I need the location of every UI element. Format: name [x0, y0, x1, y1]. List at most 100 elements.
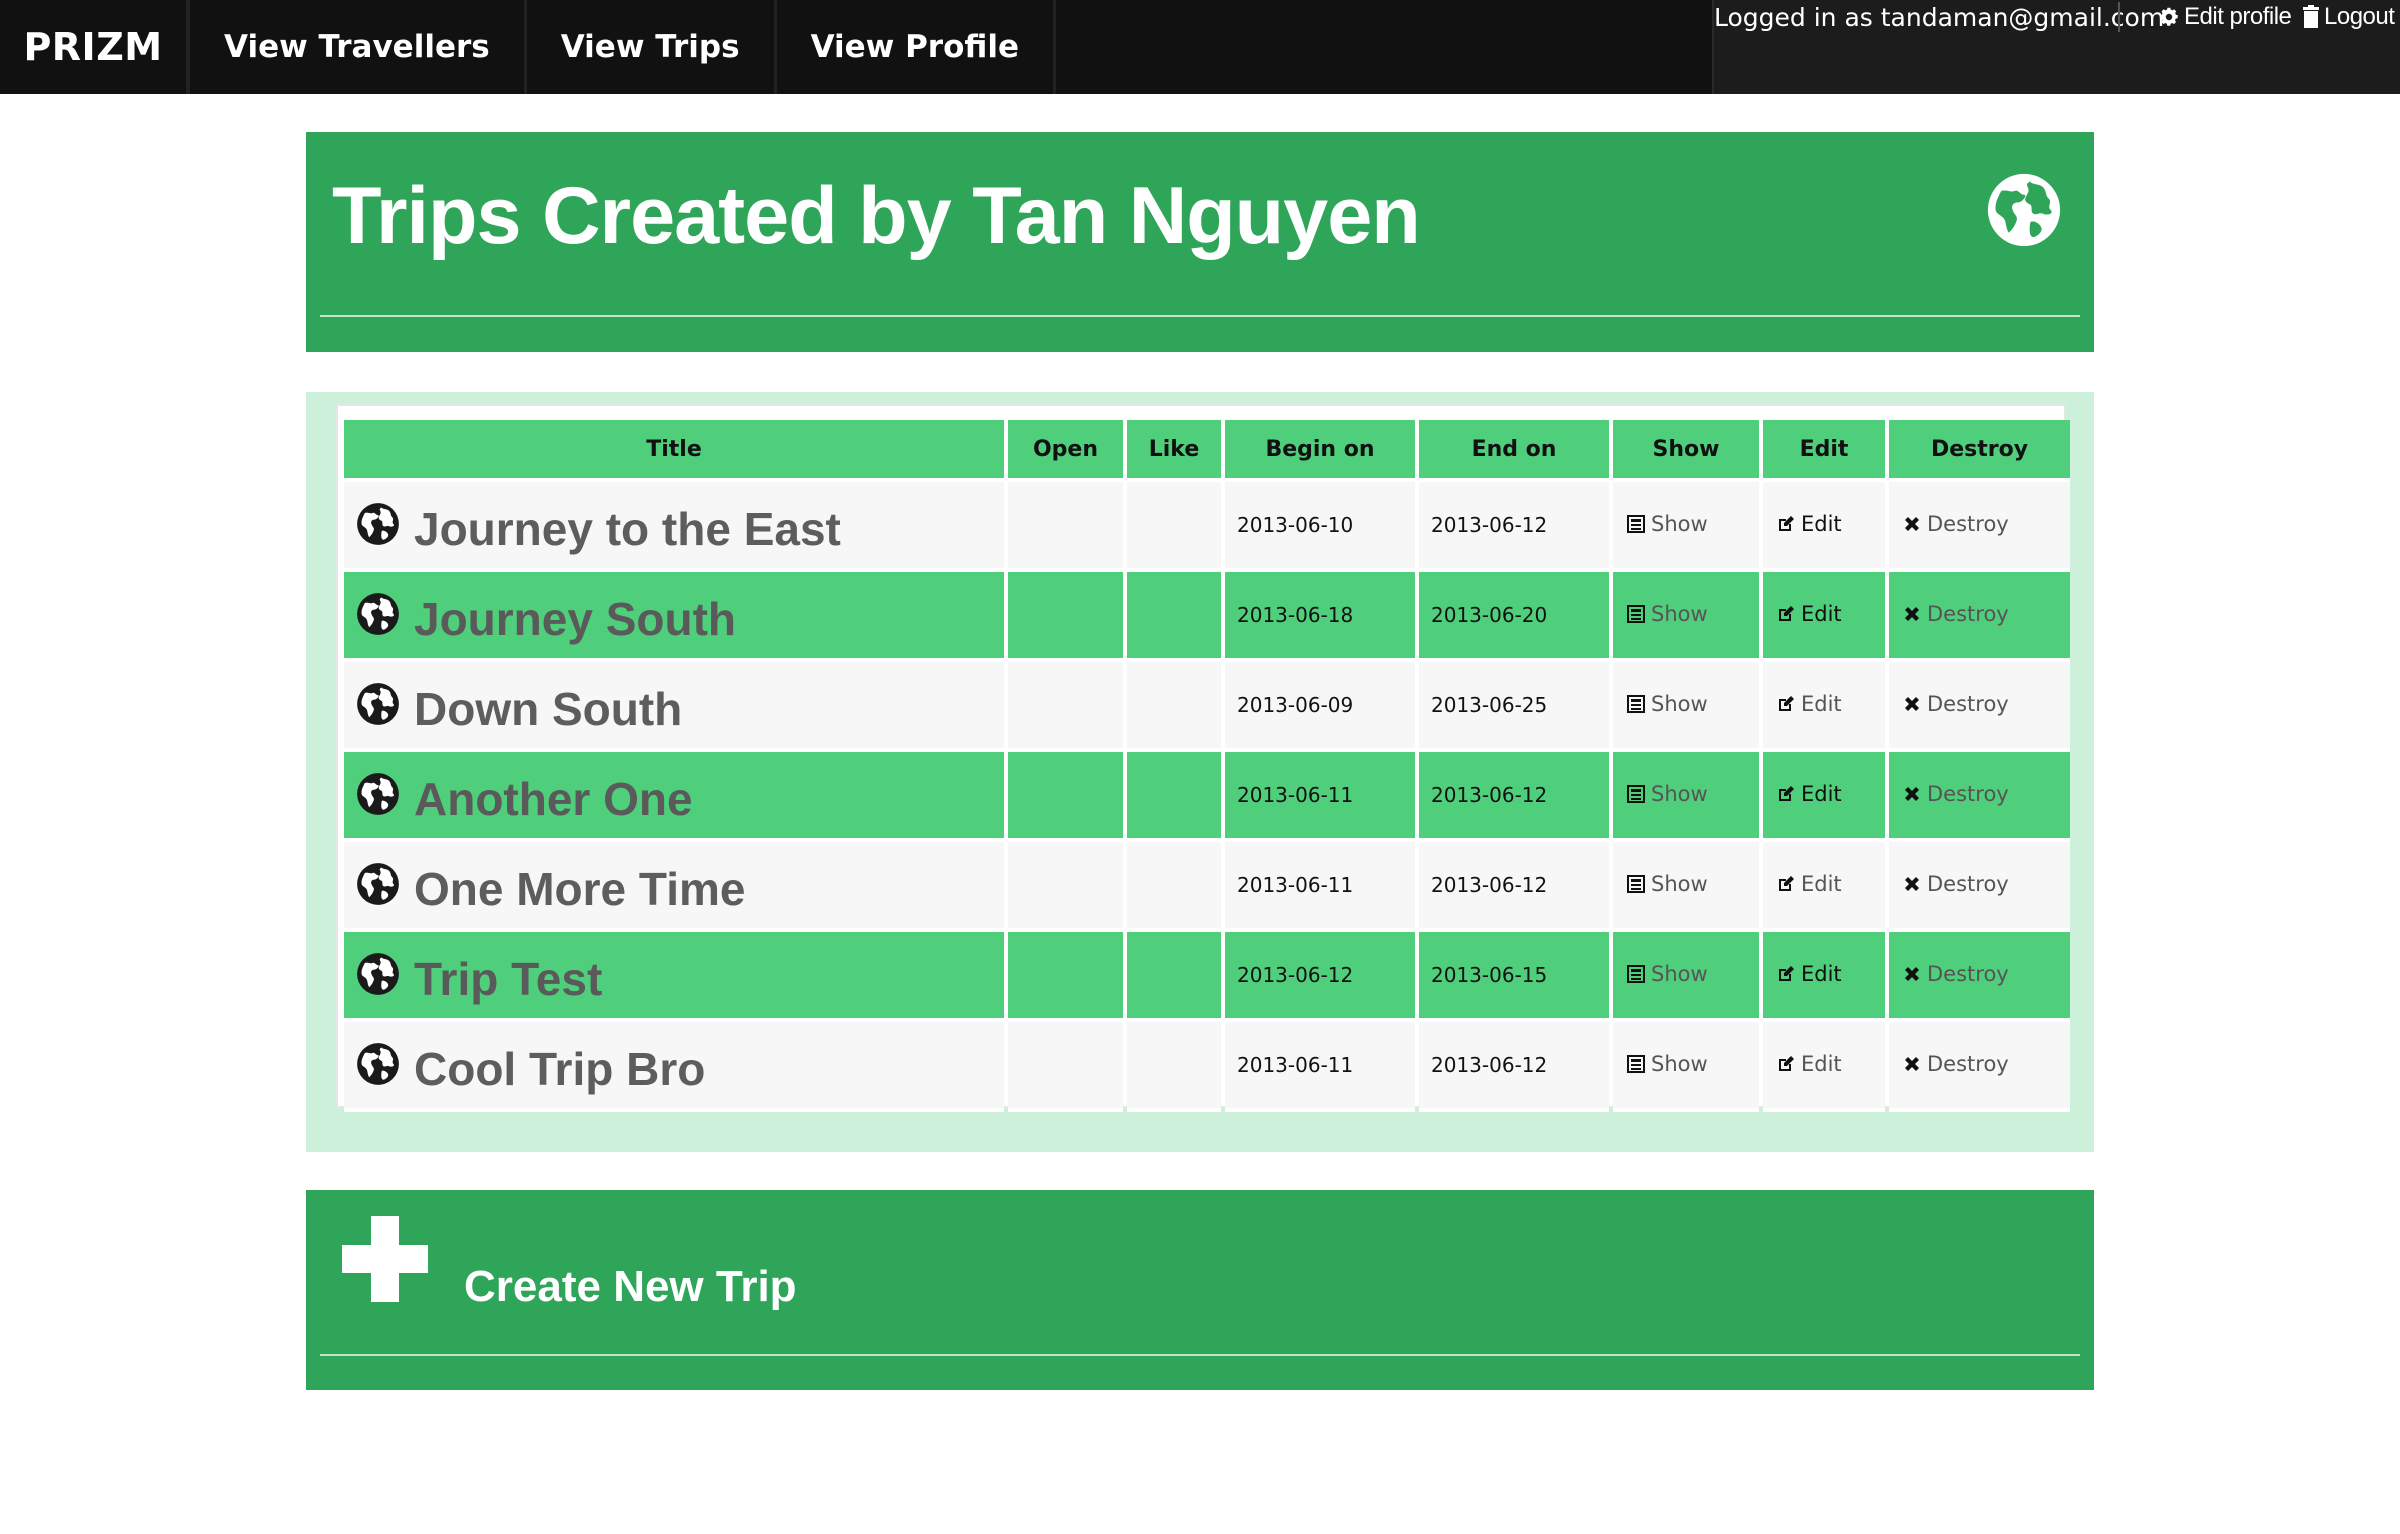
close-icon: [1903, 605, 1921, 623]
column-header-edit[interactable]: Edit: [1763, 420, 1885, 482]
edit-cell: Edit: [1763, 752, 1885, 842]
destroy-link[interactable]: Destroy: [1889, 1052, 2009, 1076]
edit-icon: [1777, 695, 1795, 713]
destroy-cell: Destroy: [1889, 932, 2070, 1022]
trip-title-link[interactable]: Trip Test: [414, 952, 602, 1006]
table-row: Down South 2013-06-09 2013-06-25 Show Ed…: [344, 662, 2070, 752]
globe-icon: [356, 682, 400, 731]
logout-link[interactable]: Logout: [2302, 3, 2395, 31]
destroy-link[interactable]: Destroy: [1889, 692, 2009, 716]
show-label: Show: [1651, 692, 1708, 716]
like-cell[interactable]: [1127, 932, 1221, 1022]
page-header: Trips Created by Tan Nguyen: [306, 132, 2094, 352]
edit-label: Edit: [1801, 692, 1842, 716]
edit-link[interactable]: Edit: [1763, 962, 1842, 986]
show-cell: Show: [1613, 752, 1759, 842]
nav-view-trips[interactable]: View Trips: [527, 0, 777, 94]
open-cell[interactable]: [1008, 572, 1123, 662]
trip-title-link[interactable]: Down South: [414, 682, 682, 736]
destroy-link[interactable]: Destroy: [1889, 782, 2009, 806]
show-link[interactable]: Show: [1613, 962, 1708, 986]
edit-link[interactable]: Edit: [1763, 1052, 1842, 1076]
nav-view-travellers[interactable]: View Travellers: [190, 0, 527, 94]
show-cell: Show: [1613, 572, 1759, 662]
title-cell: One More Time: [344, 842, 1004, 932]
edit-link[interactable]: Edit: [1763, 872, 1842, 896]
globe-icon: [356, 592, 400, 641]
open-cell[interactable]: [1008, 842, 1123, 932]
like-cell[interactable]: [1127, 752, 1221, 842]
trip-title-link[interactable]: Journey South: [414, 592, 736, 646]
column-header-like[interactable]: Like: [1127, 420, 1221, 482]
show-link[interactable]: Show: [1613, 512, 1708, 536]
table-row: One More Time 2013-06-11 2013-06-12 Show…: [344, 842, 2070, 932]
open-cell[interactable]: [1008, 752, 1123, 842]
title-cell: Cool Trip Bro: [344, 1022, 1004, 1112]
destroy-link[interactable]: Destroy: [1889, 512, 2009, 536]
edit-link[interactable]: Edit: [1763, 602, 1842, 626]
end-on-cell: 2013-06-12: [1419, 1022, 1609, 1112]
show-icon: [1627, 965, 1645, 983]
show-link[interactable]: Show: [1613, 872, 1708, 896]
edit-link[interactable]: Edit: [1763, 512, 1842, 536]
like-cell[interactable]: [1127, 572, 1221, 662]
table-row: Cool Trip Bro 2013-06-11 2013-06-12 Show…: [344, 1022, 2070, 1112]
show-link[interactable]: Show: [1613, 602, 1708, 626]
like-cell[interactable]: [1127, 842, 1221, 932]
end-on-cell: 2013-06-20: [1419, 572, 1609, 662]
destroy-link[interactable]: Destroy: [1889, 602, 2009, 626]
nav-view-profile[interactable]: View Profile: [777, 0, 1057, 94]
table-header-row: Title Open Like Begin on End on Show Edi…: [344, 420, 2070, 482]
like-cell[interactable]: [1127, 1022, 1221, 1112]
begin-on-cell: 2013-06-09: [1225, 662, 1415, 752]
trip-title-link[interactable]: One More Time: [414, 862, 745, 916]
like-cell[interactable]: [1127, 662, 1221, 752]
create-new-trip-button[interactable]: Create New Trip: [306, 1190, 2094, 1390]
column-header-destroy[interactable]: Destroy: [1889, 420, 2070, 482]
table-row: Journey to the East 2013-06-10 2013-06-1…: [344, 482, 2070, 572]
column-header-show[interactable]: Show: [1613, 420, 1759, 482]
edit-link[interactable]: Edit: [1763, 782, 1842, 806]
begin-on-cell: 2013-06-11: [1225, 842, 1415, 932]
open-cell[interactable]: [1008, 1022, 1123, 1112]
column-header-open[interactable]: Open: [1008, 420, 1123, 482]
edit-link[interactable]: Edit: [1763, 692, 1842, 716]
trip-title-link[interactable]: Cool Trip Bro: [414, 1042, 705, 1096]
close-icon: [1903, 875, 1921, 893]
destroy-link[interactable]: Destroy: [1889, 962, 2009, 986]
globe-icon: [356, 1042, 400, 1091]
column-header-end-on[interactable]: End on: [1419, 420, 1609, 482]
globe-icon: [356, 772, 400, 821]
destroy-link[interactable]: Destroy: [1889, 872, 2009, 896]
close-icon: [1903, 695, 1921, 713]
destroy-label: Destroy: [1927, 692, 2009, 716]
edit-label: Edit: [1801, 512, 1842, 536]
edit-profile-link[interactable]: Edit profile: [2158, 3, 2292, 31]
column-header-begin-on[interactable]: Begin on: [1225, 420, 1415, 482]
destroy-label: Destroy: [1927, 872, 2009, 896]
show-icon: [1627, 695, 1645, 713]
show-link[interactable]: Show: [1613, 1052, 1708, 1076]
column-header-title[interactable]: Title: [344, 420, 1004, 482]
logout-label: Logout: [2324, 3, 2395, 30]
edit-cell: Edit: [1763, 662, 1885, 752]
brand-logo[interactable]: PRIZM: [0, 0, 190, 94]
globe-icon: [356, 952, 400, 1001]
edit-cell: Edit: [1763, 482, 1885, 572]
divider: [2118, 2, 2120, 32]
trip-title-link[interactable]: Another One: [414, 772, 693, 826]
open-cell[interactable]: [1008, 662, 1123, 752]
show-label: Show: [1651, 872, 1708, 896]
like-cell[interactable]: [1127, 482, 1221, 572]
edit-cell: Edit: [1763, 1022, 1885, 1112]
table-row: Another One 2013-06-11 2013-06-12 Show E…: [344, 752, 2070, 842]
destroy-label: Destroy: [1927, 512, 2009, 536]
show-link[interactable]: Show: [1613, 782, 1708, 806]
open-cell[interactable]: [1008, 932, 1123, 1022]
edit-label: Edit: [1801, 1052, 1842, 1076]
show-link[interactable]: Show: [1613, 692, 1708, 716]
gear-icon: [2158, 6, 2180, 28]
destroy-cell: Destroy: [1889, 482, 2070, 572]
open-cell[interactable]: [1008, 482, 1123, 572]
trip-title-link[interactable]: Journey to the East: [414, 502, 841, 556]
